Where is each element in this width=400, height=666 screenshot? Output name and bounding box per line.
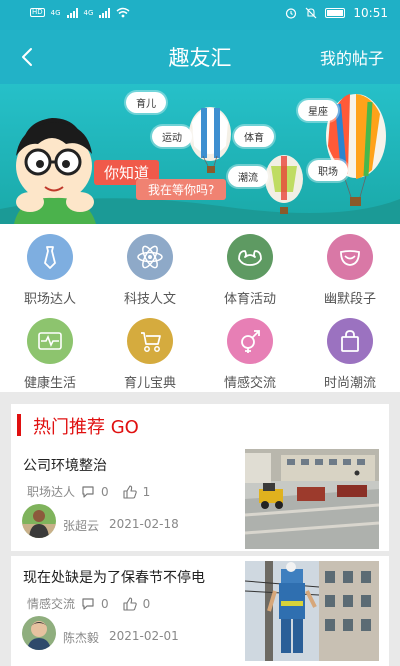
comment-count: 0 [101, 484, 109, 499]
banner-tag: 潮流 [228, 166, 268, 187]
category-label: 科技人文 [123, 292, 176, 307]
hd-tag: HD [30, 8, 45, 17]
avatar[interactable] [22, 616, 56, 650]
like-count: 0 [142, 596, 151, 611]
promo-banner[interactable]: 育儿 运动 体育 星座 潮流 职场 你知道 我在等你吗? [0, 84, 400, 224]
atom-icon [127, 234, 173, 280]
banner-illustration [0, 84, 400, 224]
section-title: 热门推荐 GO [33, 417, 139, 438]
category-emotion[interactable]: 情感交流 [200, 308, 300, 392]
hot-posts-panel: 热门推荐 GO 公司环境整治 职场达人 0 1 张超云 2021-02-18 现… [11, 404, 389, 666]
post-thumbnail [245, 449, 379, 549]
category-humor[interactable]: 幽默段子 [300, 224, 400, 308]
mute-icon [305, 7, 317, 19]
category-label: 体育活动 [223, 292, 276, 307]
gender-icon [227, 318, 273, 364]
muscle-icon [227, 234, 273, 280]
post-author: 张超云 [63, 519, 100, 533]
banner-subline: 我在等你吗? [136, 179, 227, 200]
signal-icon [99, 7, 111, 18]
my-posts-button[interactable]: 我的帖子 [320, 45, 384, 69]
banner-tag: 育儿 [126, 92, 166, 113]
banner-tag: 职场 [308, 160, 348, 181]
heartbeat-icon [27, 318, 73, 364]
post-category: 职场达人 [27, 485, 76, 499]
banner-tag: 体育 [234, 126, 274, 147]
tie-icon [27, 234, 73, 280]
post-meta: 职场达人 0 1 [27, 483, 150, 500]
status-bar: HD 4G 4G 10:51 [0, 0, 400, 30]
smile-icon [327, 234, 373, 280]
comment-count: 0 [101, 596, 109, 611]
like-count: 1 [142, 484, 151, 499]
category-parenting[interactable]: 育儿宝典 [100, 308, 200, 392]
post-divider [0, 551, 400, 556]
category-label: 时尚潮流 [323, 376, 376, 391]
category-fashion[interactable]: 时尚潮流 [300, 308, 400, 392]
post-date: 2021-02-18 [109, 517, 179, 531]
post-thumbnail [245, 561, 379, 661]
category-label: 健康生活 [23, 376, 76, 391]
signal-icon [66, 7, 78, 18]
stroller-icon [127, 318, 173, 364]
category-sports[interactable]: 体育活动 [200, 224, 300, 308]
comment-icon [82, 486, 94, 498]
battery-icon [325, 8, 346, 18]
post-category: 情感交流 [27, 597, 76, 611]
post-item[interactable]: 现在处缺是为了保春节不停电 情感交流 0 0 陈杰毅 2021-02-01 [11, 561, 389, 666]
app-header: 趣友汇 我的帖子 [0, 30, 400, 84]
category-label: 育儿宝典 [123, 376, 176, 391]
network-label: 4G [83, 8, 94, 17]
post-date: 2021-02-01 [109, 629, 179, 643]
category-grid: 职场达人 科技人文 体育活动 幽默段子 健康生活 育儿宝典 情感交流 时尚潮流 [0, 224, 400, 392]
comment-icon [82, 598, 94, 610]
banner-tag: 星座 [298, 100, 338, 121]
post-title: 现在处缺是为了保春节不停电 [23, 570, 205, 586]
category-workplace[interactable]: 职场达人 [0, 224, 100, 308]
status-right: 10:51 [285, 6, 388, 20]
shopping-bag-icon [327, 318, 373, 364]
category-tech[interactable]: 科技人文 [100, 224, 200, 308]
avatar[interactable] [22, 504, 56, 538]
post-title: 公司环境整治 [23, 458, 107, 474]
category-label: 幽默段子 [323, 292, 376, 307]
clock: 10:51 [353, 6, 388, 20]
category-label: 情感交流 [223, 376, 276, 391]
post-item[interactable]: 公司环境整治 职场达人 0 1 张超云 2021-02-18 [11, 449, 389, 555]
banner-tag: 运动 [152, 126, 192, 147]
network-label: 4G [50, 8, 61, 17]
wifi-icon [116, 7, 130, 18]
signal-indicators: HD 4G 4G [30, 7, 130, 18]
alarm-icon [286, 8, 297, 19]
post-author: 陈杰毅 [63, 631, 100, 645]
category-label: 职场达人 [23, 292, 76, 307]
section-accent-bar [17, 414, 21, 436]
thumbs-up-icon [123, 484, 137, 499]
post-meta: 情感交流 0 0 [27, 595, 150, 612]
category-health[interactable]: 健康生活 [0, 308, 100, 392]
thumbs-up-icon [123, 596, 137, 611]
